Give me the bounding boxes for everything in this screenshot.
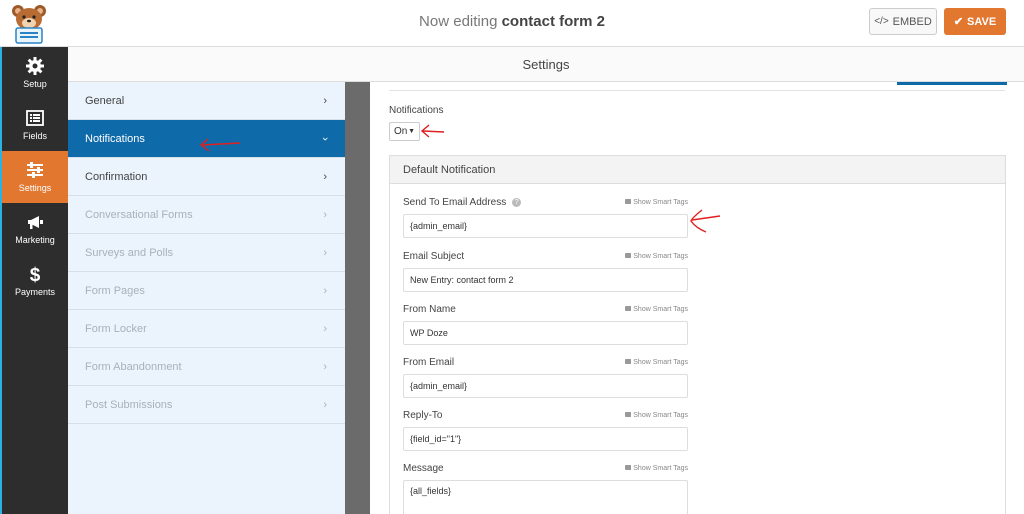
message-textarea[interactable]: {all_fields}	[403, 480, 688, 514]
submenu-label: Notifications	[85, 133, 145, 145]
submenu-label: Conversational Forms	[85, 209, 193, 221]
chevron-right-icon: ›	[323, 323, 327, 335]
submenu-item-confirmation[interactable]: Confirmation ›	[68, 158, 345, 196]
top-bar: Now editing contact form 2 </> EMBED ✔ S…	[0, 0, 1024, 47]
field-label-email-subject: Email Subject	[403, 251, 465, 262]
field-label-text: Send To Email Address	[403, 197, 507, 208]
tag-icon	[625, 253, 632, 258]
send-to-email-input[interactable]: {admin_email}	[403, 214, 688, 238]
sidebar-label: Setup	[23, 79, 47, 89]
submenu-label: Form Locker	[85, 323, 147, 335]
sidebar-item-fields[interactable]: Fields	[2, 99, 68, 151]
show-smart-tags-link[interactable]: Show Smart Tags	[620, 253, 688, 260]
show-smart-tags-link[interactable]: Show Smart Tags	[620, 465, 688, 472]
submenu-item-post-submissions[interactable]: Post Submissions ›	[68, 386, 345, 424]
chevron-right-icon: ›	[323, 209, 327, 221]
show-smart-tags-link[interactable]: Show Smart Tags	[620, 412, 688, 419]
submenu-item-form-locker[interactable]: Form Locker ›	[68, 310, 345, 348]
builder-sidebar: Setup Fields Settings Marketing $ Paymen…	[2, 47, 68, 514]
submenu-item-general[interactable]: General ›	[68, 82, 345, 120]
panel-title[interactable]: Default Notification	[390, 156, 1005, 184]
submenu-label: Form Abandonment	[85, 361, 182, 373]
from-name-input[interactable]: WP Doze	[403, 321, 688, 345]
sidebar-label: Fields	[22, 131, 47, 141]
smart-tags-label: Show Smart Tags	[633, 465, 688, 472]
show-smart-tags-link[interactable]: Show Smart Tags	[620, 306, 688, 313]
notifications-select-value: On	[394, 126, 408, 137]
save-label: SAVE	[967, 15, 997, 28]
sliders-icon	[27, 162, 43, 178]
gear-icon	[26, 57, 44, 75]
tag-icon	[625, 465, 632, 470]
field-label-send-to: Send To Email Address?	[403, 197, 522, 208]
smart-tags-label: Show Smart Tags	[633, 412, 688, 419]
embed-button[interactable]: </> EMBED	[869, 8, 937, 35]
submenu-label: General	[85, 95, 125, 107]
save-button[interactable]: ✔ SAVE	[944, 8, 1006, 35]
dropdown-arrow-icon: ▼	[408, 128, 415, 135]
form-name: contact form 2	[501, 13, 605, 30]
submenu-item-conversational-forms[interactable]: Conversational Forms ›	[68, 196, 345, 234]
field-label-reply-to: Reply-To	[403, 410, 443, 421]
chevron-right-icon: ›	[323, 171, 327, 183]
chevron-right-icon: ›	[323, 95, 327, 107]
divider	[389, 90, 1005, 91]
notifications-select[interactable]: On ▼	[389, 122, 420, 141]
submenu-label: Post Submissions	[85, 399, 173, 411]
sidebar-item-settings[interactable]: Settings	[2, 151, 68, 203]
title-prefix: Now editing	[419, 13, 502, 30]
submenu-label: Confirmation	[85, 171, 148, 183]
list-icon	[26, 110, 44, 126]
submenu-label: Surveys and Polls	[85, 247, 174, 259]
annotation-arrow-icon	[199, 138, 241, 152]
reply-to-input[interactable]: {field_id="1"}	[403, 427, 688, 451]
field-label-from-name: From Name	[403, 304, 456, 315]
show-smart-tags-link[interactable]: Show Smart Tags	[620, 359, 688, 366]
chevron-right-icon: ›	[323, 285, 327, 297]
dollar-icon: $	[30, 265, 41, 284]
sidebar-label: Payments	[14, 287, 56, 297]
tag-icon	[625, 359, 632, 364]
notifications-label: Notifications	[389, 105, 444, 116]
notifications-content: Notifications On ▼ Default Notification …	[370, 82, 1024, 514]
annotation-arrow-icon	[420, 124, 445, 138]
embed-label: EMBED	[892, 15, 932, 28]
field-label-from-email: From Email	[403, 357, 455, 368]
megaphone-icon	[28, 216, 43, 229]
sidebar-item-setup[interactable]: Setup	[2, 47, 68, 99]
smart-tags-label: Show Smart Tags	[633, 253, 688, 260]
smart-tags-label: Show Smart Tags	[633, 199, 688, 206]
email-subject-input[interactable]: New Entry: contact form 2	[403, 268, 688, 292]
help-icon[interactable]: ?	[512, 197, 522, 207]
chevron-right-icon: ›	[323, 361, 327, 373]
show-smart-tags-link[interactable]: Show Smart Tags	[620, 199, 688, 206]
smart-tags-label: Show Smart Tags	[633, 359, 688, 366]
chevron-down-icon: ›	[319, 137, 332, 141]
sidebar-item-payments[interactable]: $ Payments	[2, 255, 68, 307]
scroll-gutter	[345, 82, 370, 514]
from-email-input[interactable]: {admin_email}	[403, 374, 688, 398]
field-label-message: Message	[403, 463, 444, 474]
sidebar-label: Marketing	[15, 235, 55, 245]
add-notification-tab[interactable]	[897, 82, 1007, 85]
code-icon: </>	[874, 16, 889, 27]
submenu-item-surveys-polls[interactable]: Surveys and Polls ›	[68, 234, 345, 272]
submenu-item-form-abandonment[interactable]: Form Abandonment ›	[68, 348, 345, 386]
settings-title: Settings	[522, 57, 570, 72]
smart-tags-label: Show Smart Tags	[633, 306, 688, 313]
tag-icon	[625, 412, 632, 417]
tag-icon	[625, 306, 632, 311]
checkmark-icon: ✔	[953, 16, 964, 28]
svg-text:$: $	[30, 265, 41, 284]
settings-header: Settings	[68, 47, 1024, 82]
submenu-item-form-pages[interactable]: Form Pages ›	[68, 272, 345, 310]
chevron-right-icon: ›	[323, 399, 327, 411]
annotation-arrow-icon	[690, 209, 721, 233]
submenu-label: Form Pages	[85, 285, 145, 297]
tag-icon	[625, 199, 632, 204]
chevron-right-icon: ›	[323, 247, 327, 259]
sidebar-label: Settings	[18, 183, 52, 193]
sidebar-item-marketing[interactable]: Marketing	[2, 203, 68, 255]
